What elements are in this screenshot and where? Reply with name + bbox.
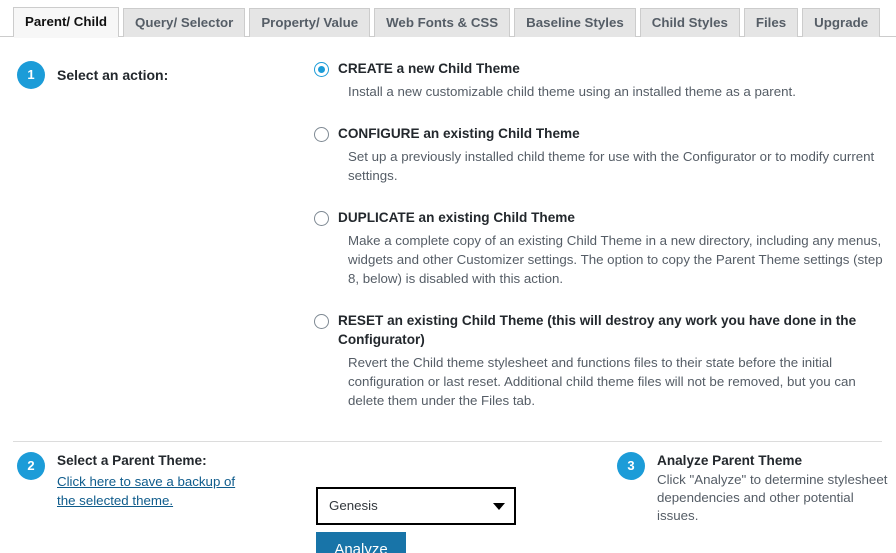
step-2-header: 2 Select a Parent Theme: Click here to s… bbox=[17, 452, 307, 510]
tab-baseline-styles[interactable]: Baseline Styles bbox=[514, 8, 636, 37]
save-backup-link[interactable]: Click here to save a backup of the selec… bbox=[57, 472, 257, 510]
tab-label: Query/ Selector bbox=[135, 15, 234, 30]
tab-upgrade[interactable]: Upgrade bbox=[802, 8, 881, 37]
action-option-create-title[interactable]: CREATE a new Child Theme bbox=[314, 59, 884, 78]
section-divider bbox=[13, 441, 882, 442]
parent-theme-select[interactable]: Genesis bbox=[316, 487, 516, 525]
step-2-label: Select a Parent Theme: bbox=[57, 453, 207, 468]
radio-configure-icon[interactable] bbox=[314, 127, 329, 142]
tab-child-styles[interactable]: Child Styles bbox=[639, 8, 740, 37]
tab-label: Baseline Styles bbox=[526, 15, 624, 30]
tab-label: Upgrade bbox=[814, 15, 869, 30]
tab-property-value[interactable]: Property/ Value bbox=[249, 8, 371, 37]
step-3-title: Analyze Parent Theme bbox=[657, 453, 803, 468]
parent-theme-select-wrapper: Genesis bbox=[316, 487, 516, 525]
action-option-duplicate-title[interactable]: DUPLICATE an existing Child Theme bbox=[314, 208, 884, 227]
tab-label: Files bbox=[755, 15, 787, 30]
step-1-label: Select an action: bbox=[57, 67, 169, 83]
tab-web-fonts-css[interactable]: Web Fonts & CSS bbox=[374, 8, 511, 37]
radio-duplicate-icon[interactable] bbox=[314, 211, 329, 226]
action-option-duplicate[interactable]: DUPLICATE an existing Child Theme Make a… bbox=[314, 208, 884, 288]
action-radio-group: CREATE a new Child Theme Install a new c… bbox=[314, 59, 884, 410]
action-option-configure[interactable]: CONFIGURE an existing Child Theme Set up… bbox=[314, 124, 884, 185]
radio-create-icon[interactable] bbox=[314, 62, 329, 77]
tab-parent-child[interactable]: Parent/ Child bbox=[13, 7, 120, 38]
step-1-badge: 1 bbox=[17, 61, 45, 89]
tab-bar: Parent/ Child Query/ Selector Property/ … bbox=[0, 0, 896, 38]
action-option-configure-desc: Set up a previously installed child them… bbox=[348, 149, 875, 183]
tab-label: Parent/ Child bbox=[25, 14, 108, 29]
tab-panel-parent-child: 1 Select an action: CREATE a new Child T… bbox=[0, 37, 896, 553]
action-option-configure-title[interactable]: CONFIGURE an existing Child Theme bbox=[314, 124, 884, 143]
radio-reset-icon[interactable] bbox=[314, 314, 329, 329]
tab-label: Child Styles bbox=[651, 15, 728, 30]
action-option-create[interactable]: CREATE a new Child Theme Install a new c… bbox=[314, 59, 884, 101]
tab-label: Property/ Value bbox=[261, 15, 359, 30]
step-3-badge: 3 bbox=[617, 452, 645, 480]
tab-files[interactable]: Files bbox=[743, 8, 799, 37]
action-option-duplicate-desc: Make a complete copy of an existing Chil… bbox=[348, 233, 883, 286]
tab-query-selector[interactable]: Query/ Selector bbox=[123, 8, 246, 37]
step-3-desc: Click "Analyze" to determine stylesheet … bbox=[657, 472, 888, 523]
step-1-header: 1 Select an action: bbox=[17, 61, 168, 89]
action-option-create-desc: Install a new customizable child theme u… bbox=[348, 84, 796, 99]
analyze-button[interactable]: Analyze bbox=[316, 532, 406, 553]
tab-label: Web Fonts & CSS bbox=[386, 15, 499, 30]
plugin-settings-page: Parent/ Child Query/ Selector Property/ … bbox=[0, 0, 896, 553]
action-option-reset-title[interactable]: RESET an existing Child Theme (this will… bbox=[314, 311, 884, 349]
step-2-badge: 2 bbox=[17, 452, 45, 480]
action-option-reset[interactable]: RESET an existing Child Theme (this will… bbox=[314, 311, 884, 410]
action-option-reset-desc: Revert the Child theme stylesheet and fu… bbox=[348, 355, 856, 408]
step-3-header: 3 Analyze Parent Theme Click "Analyze" t… bbox=[617, 452, 887, 525]
